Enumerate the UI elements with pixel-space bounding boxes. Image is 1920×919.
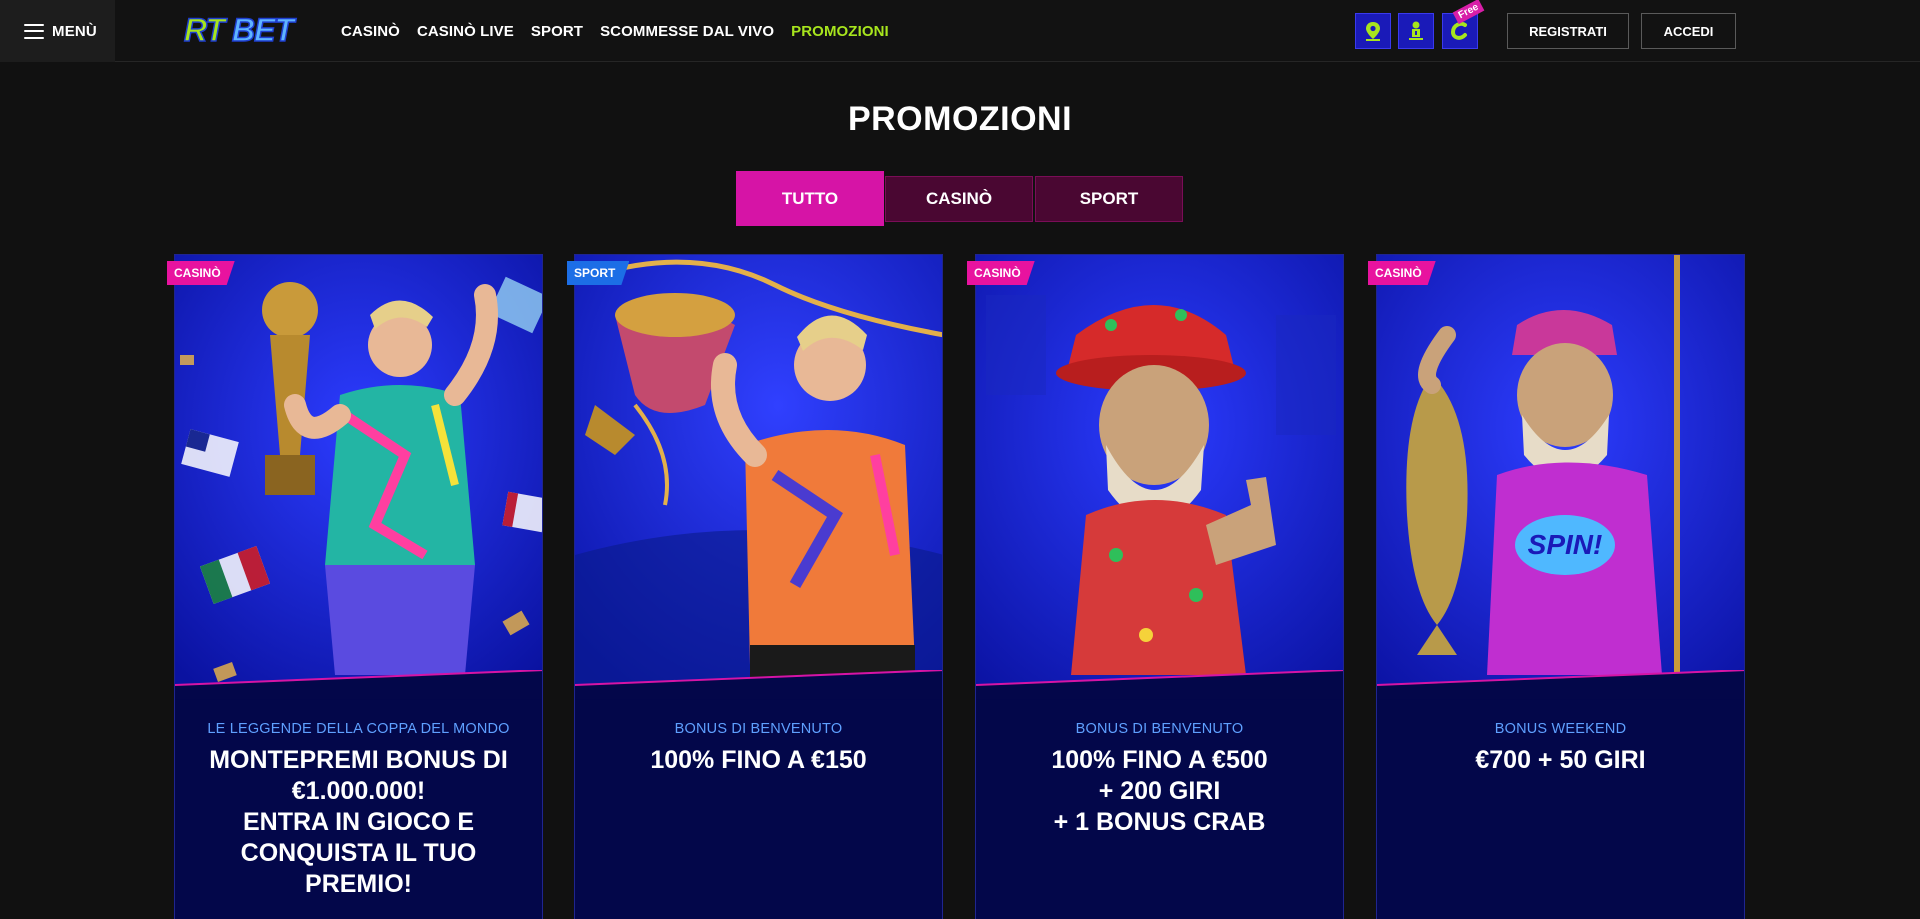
nav-casino[interactable]: CASINÒ	[341, 23, 400, 40]
rtbet-logo[interactable]: RT BET	[182, 10, 314, 50]
sports-player-trophy-illustration	[575, 255, 942, 685]
nav-casino-live[interactable]: CASINÒ LIVE	[417, 23, 514, 40]
tab-sport[interactable]: SPORT	[1035, 176, 1183, 222]
card-category-badge: CASINÒ	[967, 261, 1035, 285]
card-divider	[575, 670, 942, 700]
user-support-button[interactable]	[1398, 13, 1434, 49]
tab-casino[interactable]: CASINÒ	[885, 176, 1033, 222]
promo-card-weekend-bonus[interactable]: SPIN! BONUS WEEKEND €700 + 50 GIRI	[1376, 254, 1745, 919]
card-subtitle: BONUS DI BENVENUTO	[1075, 721, 1244, 737]
promo-card-world-cup[interactable]: LE LEGGENDE DELLA COPPA DEL MONDO MONTEP…	[174, 254, 543, 919]
user-support-icon	[1409, 21, 1423, 40]
svg-text:RT: RT	[184, 12, 228, 48]
page-title: PROMOZIONI	[847, 100, 1073, 138]
card-title: 100% FINO A €500 + 200 GIRI + 1 BONUS CR…	[1051, 746, 1268, 836]
card-body: BONUS DI BENVENUTO 100% FINO A €500 + 20…	[976, 721, 1343, 838]
promo-card-casino-welcome[interactable]: BONUS DI BENVENUTO 100% FINO A €500 + 20…	[975, 254, 1344, 919]
card-category-badge: CASINÒ	[167, 261, 235, 285]
nav-promotions[interactable]: PROMOZIONI	[791, 23, 889, 40]
fisherman-thumbs-up-illustration	[976, 255, 1343, 685]
svg-text:SPIN!: SPIN!	[1528, 529, 1603, 560]
card-body: BONUS DI BENVENUTO 100% FINO A €150	[575, 721, 942, 776]
card-divider	[175, 670, 542, 700]
card-subtitle: LE LEGGENDE DELLA COPPA DEL MONDO	[207, 721, 510, 737]
nav-live-betting[interactable]: SCOMMESSE DAL VIVO	[600, 23, 774, 40]
card-body: LE LEGGENDE DELLA COPPA DEL MONDO MONTEP…	[175, 721, 542, 900]
location-button[interactable]	[1355, 13, 1391, 49]
card-divider	[1377, 670, 1744, 700]
football-champion-trophy-illustration	[175, 255, 542, 685]
tab-all[interactable]: TUTTO	[736, 171, 884, 226]
location-icon	[1366, 22, 1380, 41]
promo-card-sport-welcome[interactable]: BONUS DI BENVENUTO 100% FINO A €150	[574, 254, 943, 919]
menu-label: MENÙ	[52, 22, 97, 40]
card-title: 100% FINO A €150	[650, 746, 867, 774]
card-title: €700 + 50 GIRI	[1475, 746, 1646, 774]
login-button[interactable]: ACCEDI	[1641, 13, 1736, 49]
top-header: MENÙ RT BET CASINÒ CASINÒ LIVE SPORT SCO…	[0, 0, 1920, 62]
card-title: MONTEPREMI BONUS DI €1.000.000! ENTRA IN…	[209, 746, 508, 898]
free-bonus-button[interactable]: Free	[1442, 0, 1485, 49]
nav-sport[interactable]: SPORT	[531, 23, 583, 40]
card-subtitle: BONUS DI BENVENUTO	[674, 721, 843, 737]
hamburger-icon	[24, 23, 44, 39]
menu-button[interactable]: MENÙ	[0, 0, 115, 62]
card-category-badge: SPORT	[567, 261, 629, 285]
fisherman-holding-fish-illustration: SPIN!	[1377, 255, 1744, 685]
register-button[interactable]: REGISTRATI	[1507, 13, 1629, 49]
main-nav: CASINÒ CASINÒ LIVE SPORT SCOMMESSE DAL V…	[341, 0, 889, 62]
card-subtitle: BONUS WEEKEND	[1494, 721, 1627, 737]
card-category-badge: CASINÒ	[1368, 261, 1436, 285]
svg-text:BET: BET	[232, 12, 296, 48]
card-body: BONUS WEEKEND €700 + 50 GIRI	[1377, 721, 1744, 776]
card-divider	[976, 670, 1343, 700]
